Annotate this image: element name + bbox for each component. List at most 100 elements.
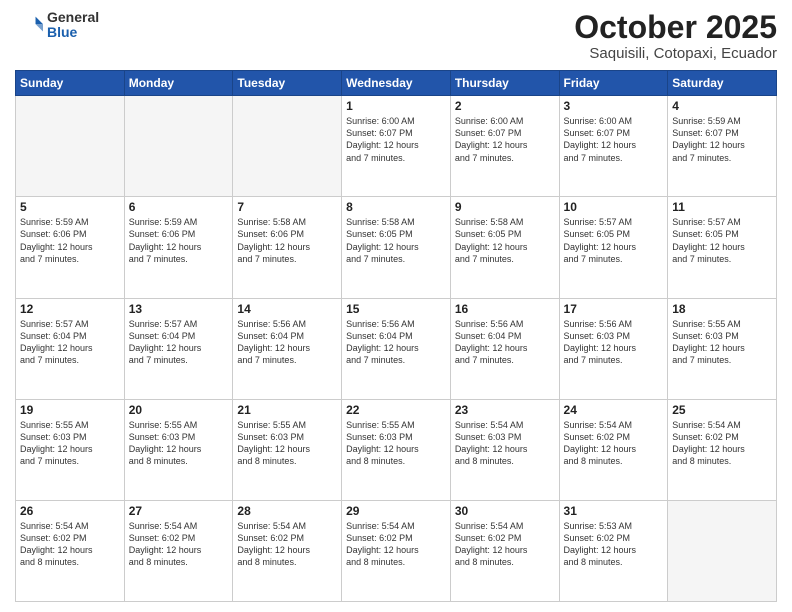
calendar-week-2: 5 Sunrise: 5:59 AM Sunset: 6:06 PM Daylig… [16,197,777,298]
day-info: Sunrise: 5:55 AM Sunset: 6:03 PM Dayligh… [237,419,337,468]
day-number: 17 [564,302,664,316]
day-info: Sunrise: 5:58 AM Sunset: 6:05 PM Dayligh… [455,216,555,265]
day-number: 27 [129,504,229,518]
day-number: 21 [237,403,337,417]
page: General Blue October 2025 Saquisili, Cot… [0,0,792,612]
calendar-cell: 6 Sunrise: 5:59 AM Sunset: 6:06 PM Daylig… [124,197,233,298]
day-number: 11 [672,200,772,214]
calendar-cell: 1Sunrise: 6:00 AM Sunset: 6:07 PM Daylig… [342,96,451,197]
day-number: 13 [129,302,229,316]
calendar-cell: 11 Sunrise: 5:57 AM Sunset: 6:05 PM Dayli… [668,197,777,298]
day-info: Sunrise: 5:54 AM Sunset: 6:02 PM Dayligh… [455,520,555,569]
day-info: Sunrise: 6:00 AM Sunset: 6:07 PM Dayligh… [455,115,555,164]
day-number: 20 [129,403,229,417]
calendar-cell: 7 Sunrise: 5:58 AM Sunset: 6:06 PM Daylig… [233,197,342,298]
day-number: 9 [455,200,555,214]
calendar-cell: 2 Sunrise: 6:00 AM Sunset: 6:07 PM Daylig… [450,96,559,197]
day-info: Sunrise: 5:58 AM Sunset: 6:05 PM Dayligh… [346,216,446,265]
day-info: Sunrise: 5:56 AM Sunset: 6:04 PM Dayligh… [455,318,555,367]
day-info: Sunrise: 5:54 AM Sunset: 6:02 PM Dayligh… [564,419,664,468]
logo-general-text: General [47,10,99,25]
calendar-cell: 16 Sunrise: 5:56 AM Sunset: 6:04 PM Dayli… [450,298,559,399]
title-block: October 2025 Saquisili, Cotopaxi, Ecuado… [574,10,777,62]
col-friday: Friday [559,71,668,96]
calendar-cell: 23Sunrise: 5:54 AM Sunset: 6:03 PM Dayli… [450,399,559,500]
calendar-cell [233,96,342,197]
calendar-cell [16,96,125,197]
day-info: Sunrise: 5:59 AM Sunset: 6:06 PM Dayligh… [20,216,120,265]
day-number: 5 [20,200,120,214]
calendar-cell: 12Sunrise: 5:57 AM Sunset: 6:04 PM Dayli… [16,298,125,399]
day-info: Sunrise: 5:54 AM Sunset: 6:02 PM Dayligh… [672,419,772,468]
header: General Blue October 2025 Saquisili, Cot… [15,10,777,62]
day-number: 15 [346,302,446,316]
col-monday: Monday [124,71,233,96]
col-tuesday: Tuesday [233,71,342,96]
calendar-table: Sunday Monday Tuesday Wednesday Thursday… [15,70,777,602]
calendar-cell: 5 Sunrise: 5:59 AM Sunset: 6:06 PM Daylig… [16,197,125,298]
calendar-cell [124,96,233,197]
day-number: 3 [564,99,664,113]
calendar-cell: 30 Sunrise: 5:54 AM Sunset: 6:02 PM Dayli… [450,500,559,601]
day-info: Sunrise: 5:57 AM Sunset: 6:05 PM Dayligh… [564,216,664,265]
calendar-cell: 8Sunrise: 5:58 AM Sunset: 6:05 PM Daylig… [342,197,451,298]
calendar-cell: 31 Sunrise: 5:53 AM Sunset: 6:02 PM Dayli… [559,500,668,601]
logo-icon [15,11,43,39]
calendar-cell: 27 Sunrise: 5:54 AM Sunset: 6:02 PM Dayli… [124,500,233,601]
day-number: 19 [20,403,120,417]
calendar-week-4: 19 Sunrise: 5:55 AM Sunset: 6:03 PM Dayli… [16,399,777,500]
day-info: Sunrise: 5:54 AM Sunset: 6:02 PM Dayligh… [129,520,229,569]
day-info: Sunrise: 5:56 AM Sunset: 6:04 PM Dayligh… [346,318,446,367]
day-info: Sunrise: 5:59 AM Sunset: 6:07 PM Dayligh… [672,115,772,164]
day-info: Sunrise: 5:56 AM Sunset: 6:03 PM Dayligh… [564,318,664,367]
calendar-cell: 29 Sunrise: 5:54 AM Sunset: 6:02 PM Dayli… [342,500,451,601]
day-number: 31 [564,504,664,518]
day-number: 29 [346,504,446,518]
calendar-cell: 18Sunrise: 5:55 AM Sunset: 6:03 PM Dayli… [668,298,777,399]
calendar-cell: 15 Sunrise: 5:56 AM Sunset: 6:04 PM Dayli… [342,298,451,399]
day-info: Sunrise: 5:59 AM Sunset: 6:06 PM Dayligh… [129,216,229,265]
day-info: Sunrise: 5:57 AM Sunset: 6:04 PM Dayligh… [129,318,229,367]
calendar-cell: 21 Sunrise: 5:55 AM Sunset: 6:03 PM Dayli… [233,399,342,500]
day-number: 1 [346,99,446,113]
calendar-cell: 26 Sunrise: 5:54 AM Sunset: 6:02 PM Dayli… [16,500,125,601]
day-info: Sunrise: 5:53 AM Sunset: 6:02 PM Dayligh… [564,520,664,569]
calendar-week-3: 12 Sunrise: 5:57 AM Sunset: 6:04 PM Dayli… [16,298,777,399]
day-number: 28 [237,504,337,518]
calendar-cell: 19 Sunrise: 5:55 AM Sunset: 6:03 PM Dayli… [16,399,125,500]
calendar-cell: 20 Sunrise: 5:55 AM Sunset: 6:03 PM Dayli… [124,399,233,500]
calendar-location: Saquisili, Cotopaxi, Ecuador [574,45,777,62]
day-number: 2 [455,99,555,113]
day-info: Sunrise: 5:54 AM Sunset: 6:02 PM Dayligh… [20,520,120,569]
day-info: Sunrise: 6:00 AM Sunset: 6:07 PM Dayligh… [564,115,664,164]
day-number: 12 [20,302,120,316]
day-number: 7 [237,200,337,214]
day-info: Sunrise: 5:56 AM Sunset: 6:04 PM Dayligh… [237,318,337,367]
calendar-week-1: 1 Sunrise: 6:00 AM Sunset: 6:07 PM Daylig… [16,96,777,197]
calendar-cell: 3 Sunrise: 6:00 AM Sunset: 6:07 PM Daylig… [559,96,668,197]
day-info: Sunrise: 5:55 AM Sunset: 6:03 PM Dayligh… [20,419,120,468]
day-info: Sunrise: 5:54 AM Sunset: 6:03 PM Dayligh… [455,419,555,468]
day-number: 18 [672,302,772,316]
calendar-cell: 9 Sunrise: 5:58 AM Sunset: 6:05 PM Daylig… [450,197,559,298]
day-number: 25 [672,403,772,417]
day-number: 10 [564,200,664,214]
day-info: Sunrise: 5:54 AM Sunset: 6:02 PM Dayligh… [346,520,446,569]
day-info: Sunrise: 5:58 AM Sunset: 6:06 PM Dayligh… [237,216,337,265]
calendar-week-5: 26 Sunrise: 5:54 AM Sunset: 6:02 PM Dayli… [16,500,777,601]
day-info: Sunrise: 5:57 AM Sunset: 6:05 PM Dayligh… [672,216,772,265]
day-number: 4 [672,99,772,113]
calendar-cell: 25 Sunrise: 5:54 AM Sunset: 6:02 PM Dayli… [668,399,777,500]
day-info: Sunrise: 5:55 AM Sunset: 6:03 PM Dayligh… [346,419,446,468]
calendar-cell: 22Sunrise: 5:55 AM Sunset: 6:03 PM Dayli… [342,399,451,500]
day-number: 6 [129,200,229,214]
col-wednesday: Wednesday [342,71,451,96]
day-number: 26 [20,504,120,518]
logo-blue-text: Blue [47,25,99,40]
day-number: 16 [455,302,555,316]
logo: General Blue [15,10,99,41]
calendar-cell: 17 Sunrise: 5:56 AM Sunset: 6:03 PM Dayli… [559,298,668,399]
day-info: Sunrise: 5:55 AM Sunset: 6:03 PM Dayligh… [129,419,229,468]
calendar-cell: 10 Sunrise: 5:57 AM Sunset: 6:05 PM Dayli… [559,197,668,298]
day-number: 30 [455,504,555,518]
